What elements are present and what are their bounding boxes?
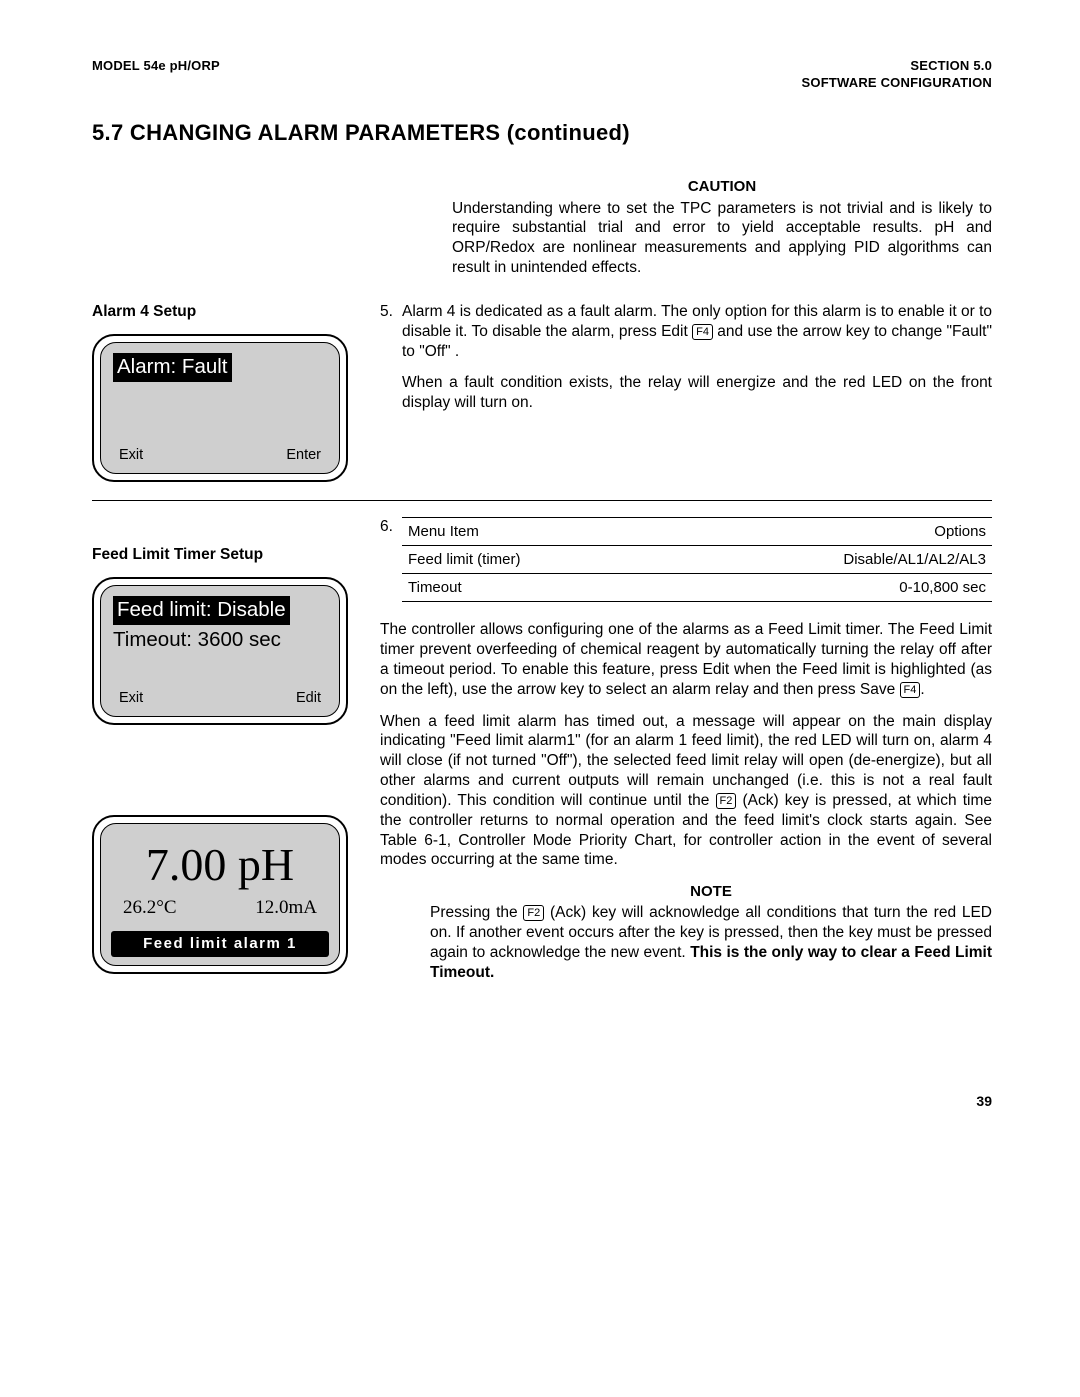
display-temp: 26.2°C: [123, 896, 177, 920]
step-6-num: 6.: [380, 517, 402, 603]
alarm4-heading: Alarm 4 Setup: [92, 302, 352, 322]
note-text: Pressing the F2 (Ack) key will acknowled…: [430, 903, 992, 982]
feed-edit: Edit: [296, 689, 321, 708]
alarm4-p1: Alarm 4 is dedicated as a fault alarm. T…: [402, 302, 992, 361]
note-block: NOTE Pressing the F2 (Ack) key will ackn…: [380, 882, 992, 983]
feed-line2: Timeout: 3600 sec: [113, 625, 327, 653]
alarm4-lcd: Alarm: Fault Exit Enter: [92, 334, 348, 482]
f4-key-icon: F4: [900, 682, 921, 698]
alarm4-p2: When a fault condition exists, the relay…: [402, 373, 992, 413]
main-display-lcd: 7.00 pH 26.2°C 12.0mA Feed limit alarm 1: [92, 815, 348, 974]
divider: [92, 500, 992, 501]
header-left: MODEL 54e pH/ORP: [92, 58, 220, 91]
caution-label: CAUTION: [452, 177, 992, 196]
feed-selected: Feed limit: Disable: [113, 596, 290, 625]
note-label: NOTE: [430, 882, 992, 901]
feed-p1: The controller allows configuring one of…: [380, 620, 992, 699]
display-ma: 12.0mA: [255, 896, 317, 920]
step-5-num: 5.: [380, 302, 402, 425]
feed-alarm-bar: Feed limit alarm 1: [111, 931, 329, 957]
feed-p2: When a feed limit alarm has timed out, a…: [380, 712, 992, 871]
alarm4-enter: Enter: [286, 446, 321, 465]
feed-heading: Feed Limit Timer Setup: [92, 545, 352, 565]
f2-key-icon: F2: [523, 905, 544, 921]
alarm4-selected: Alarm: Fault: [113, 353, 232, 382]
section-title: 5.7 CHANGING ALARM PARAMETERS (continued…: [92, 119, 992, 147]
page-header: MODEL 54e pH/ORP SECTION 5.0 SOFTWARE CO…: [92, 58, 992, 91]
f4-key-icon: F4: [692, 324, 713, 340]
feed-exit: Exit: [119, 689, 143, 708]
f2-key-icon: F2: [716, 793, 737, 809]
feed-lcd: Feed limit: Disable Timeout: 3600 sec Ex…: [92, 577, 348, 725]
ph-value: 7.00 pH: [109, 828, 331, 895]
options-table: Menu ItemOptions Feed limit (timer)Disab…: [402, 517, 992, 603]
caution-block: CAUTION Understanding where to set the T…: [452, 177, 992, 278]
caution-text: Understanding where to set the TPC param…: [452, 199, 992, 278]
page-number: 39: [92, 1093, 992, 1111]
alarm4-exit: Exit: [119, 446, 143, 465]
header-right: SECTION 5.0 SOFTWARE CONFIGURATION: [802, 58, 992, 91]
